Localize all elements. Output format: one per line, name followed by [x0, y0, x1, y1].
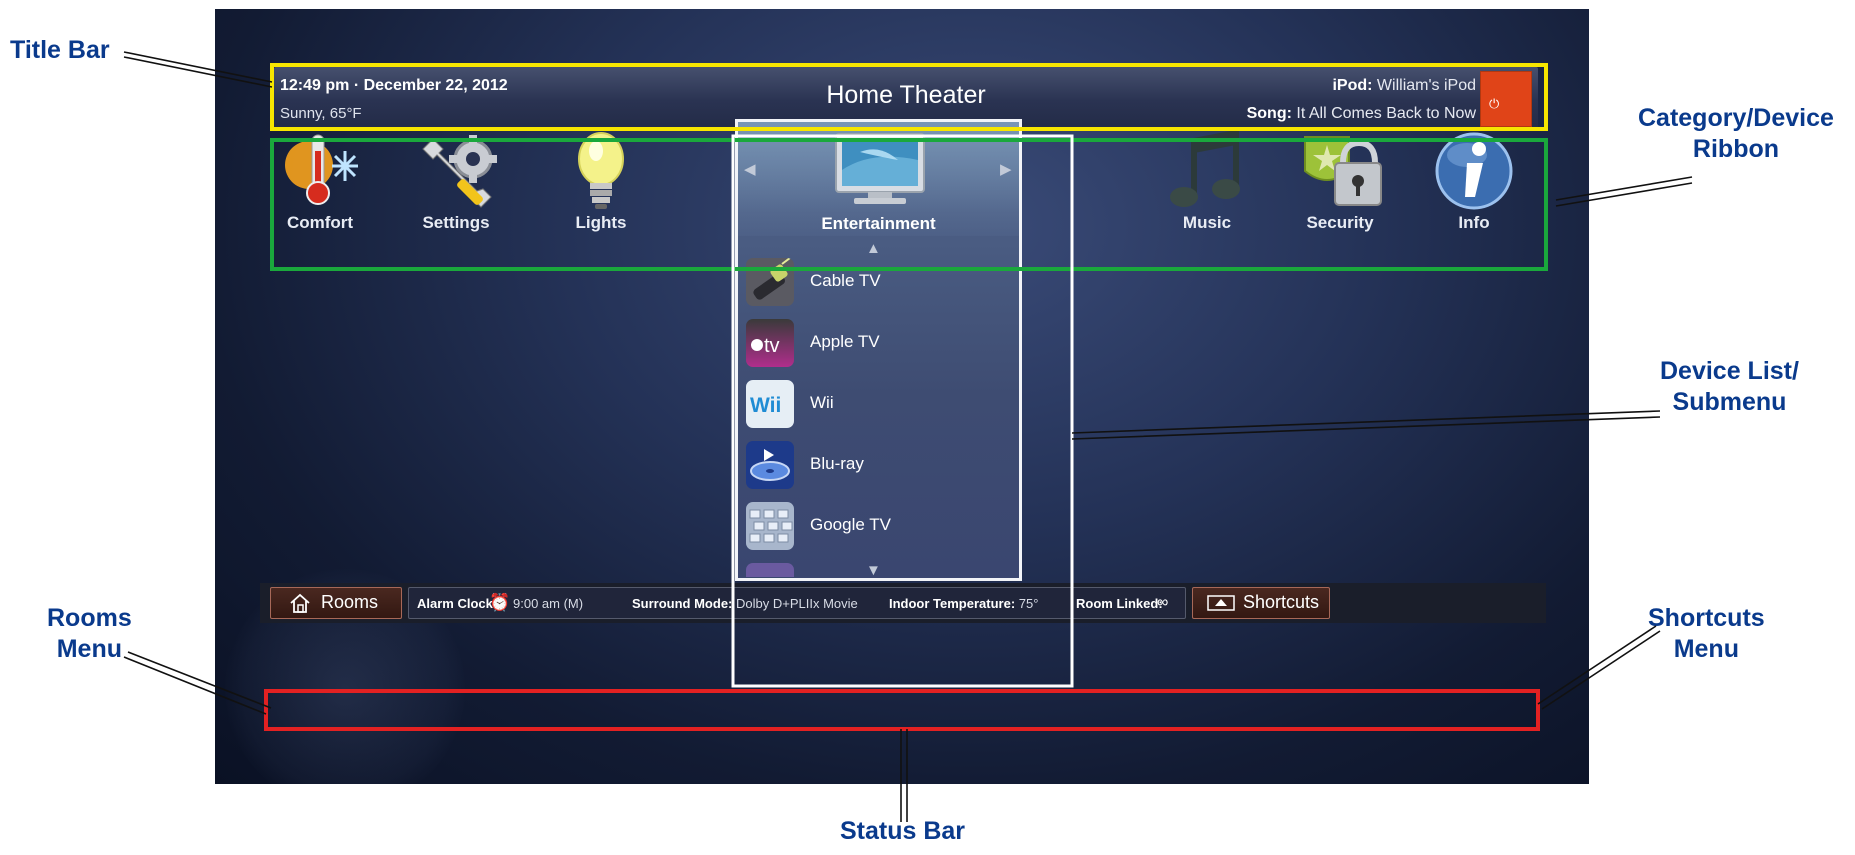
ribbon-item-lights[interactable]: Lights: [516, 121, 686, 233]
ribbon-item-info[interactable]: Info: [1389, 121, 1541, 233]
annotation-device-list: Device List/ Submenu: [1660, 356, 1799, 418]
ribbon-item-entertainment[interactable]: Entertainment: [738, 122, 1019, 236]
rooms-button[interactable]: Rooms: [270, 587, 402, 619]
alarm-clock-icon: ⏰: [489, 593, 511, 612]
link-chain-icon: ∞: [1157, 594, 1169, 611]
annotation-title-bar: Title Bar: [10, 36, 110, 64]
ipod-value: William's iPod: [1372, 77, 1476, 94]
expand-up-icon: [1207, 595, 1235, 611]
apple-tv-icon-text: tv: [764, 335, 780, 357]
device-item-google-tv[interactable]: Google TV: [746, 502, 1006, 554]
indoor-temperature-label: Indoor Temperature:: [889, 596, 1016, 611]
wii-icon-text: Wii: [750, 394, 781, 417]
surround-mode-value: Dolby D+PLIIx Movie: [736, 596, 858, 611]
light-bulb-icon: [578, 132, 624, 209]
annotation-category-ribbon-line2: Ribbon: [1692, 135, 1780, 163]
annotation-status-bar: Status Bar: [840, 817, 966, 845]
list-scroll-up-icon[interactable]: ▲: [866, 240, 881, 257]
power-icon: ⏻: [1489, 96, 1500, 111]
annotation-device-list-line1: Device List/: [1660, 357, 1799, 385]
alarm-clock-value: 9:00 am (M): [513, 596, 584, 611]
indoor-temperature-status: Indoor Temperature: 75°: [889, 596, 1038, 611]
device-item-blu-ray[interactable]: Blu-ray: [746, 441, 1006, 493]
room-linked-status: Room Linked:: [1076, 596, 1163, 611]
wrench-gear-icon: [422, 135, 497, 208]
shortcuts-button[interactable]: Shortcuts: [1192, 587, 1330, 619]
shortcuts-button-label: Shortcuts: [1243, 592, 1320, 612]
room-linked-label: Room Linked:: [1076, 596, 1163, 611]
status-bar: Rooms Alarm Clock: ⏰ 9:00 am (M) Surroun…: [260, 583, 1546, 623]
annotation-shortcuts-menu: Shortcuts Menu: [1648, 603, 1765, 665]
device-label-blu-ray: Blu-ray: [810, 454, 864, 473]
alarm-clock-status: Alarm Clock:: [417, 596, 497, 611]
device-label-cable-tv: Cable TV: [810, 271, 881, 290]
apple-tv-icon: tv: [746, 319, 794, 367]
surround-mode-label: Surround Mode:: [632, 596, 733, 611]
info-icon: [1435, 132, 1513, 210]
status-info: Alarm Clock: ⏰ 9:00 am (M) Surround Mode…: [408, 587, 1186, 619]
album-art[interactable]: ⏻: [1480, 71, 1532, 127]
annotation-category-ribbon: Category/Device Ribbon: [1638, 103, 1834, 165]
blu-ray-disc-icon: [746, 441, 794, 489]
alarm-clock-label: Alarm Clock:: [417, 596, 498, 611]
indoor-temperature-value: 75°: [1018, 596, 1039, 611]
annotation-rooms-menu-line2: Menu: [56, 635, 122, 663]
annotation-rooms-menu: Rooms Menu: [47, 603, 132, 665]
device-item-wii[interactable]: Wii Wii: [746, 380, 1006, 432]
rooms-button-label: Rooms: [321, 592, 379, 612]
device-item-partial: [746, 563, 794, 577]
music-notes-icon: [1170, 129, 1240, 207]
device-label-wii: Wii: [810, 393, 834, 412]
device-item-cable-tv[interactable]: Cable TV: [746, 258, 1006, 310]
annotation-category-ribbon-line1: Category/Device: [1638, 104, 1834, 132]
shield-padlock-icon: [1304, 136, 1382, 206]
wii-icon: Wii: [746, 380, 794, 428]
cable-connector-icon: [746, 258, 794, 306]
device-label-apple-tv: Apple TV: [810, 332, 880, 351]
house-icon: [290, 593, 310, 613]
song-label: Song:: [1246, 105, 1292, 122]
list-scroll-down-icon[interactable]: ▼: [866, 562, 881, 578]
annotation-shortcuts-menu-line1: Shortcuts: [1648, 604, 1765, 632]
annotation-rooms-menu-line1: Rooms: [47, 604, 132, 632]
thermometer-snowflake-icon: [285, 134, 358, 205]
ribbon-label-lights: Lights: [575, 213, 627, 232]
ribbon-prev-icon[interactable]: ◀: [744, 160, 756, 178]
ribbon-next-icon[interactable]: ▶: [1000, 160, 1012, 178]
surround-mode-status: Surround Mode: Dolby D+PLIIx Movie: [632, 596, 858, 611]
device-submenu: Entertainment ◀ ▶ ▲ Cable TV tv Apple TV: [735, 119, 1022, 581]
device-item-apple-tv[interactable]: tv Apple TV: [746, 319, 1006, 371]
google-tv-keyboard-icon: [746, 502, 794, 550]
annotation-device-list-line2: Submenu: [1672, 388, 1787, 416]
home-theater-screen: 12:49 pm · December 22, 2012 Sunny, 65°F…: [215, 9, 1589, 784]
ribbon-label-info: Info: [1458, 213, 1490, 232]
ipod-label: iPod:: [1332, 77, 1373, 94]
television-icon: [835, 133, 925, 204]
device-label-google-tv: Google TV: [810, 515, 891, 534]
song-value: It All Comes Back to Now: [1291, 105, 1476, 122]
annotation-shortcuts-menu-line2: Menu: [1673, 635, 1739, 663]
ribbon-label-entertainment: Entertainment: [821, 214, 936, 233]
ipod-source: iPod: William's iPod: [1332, 77, 1476, 95]
